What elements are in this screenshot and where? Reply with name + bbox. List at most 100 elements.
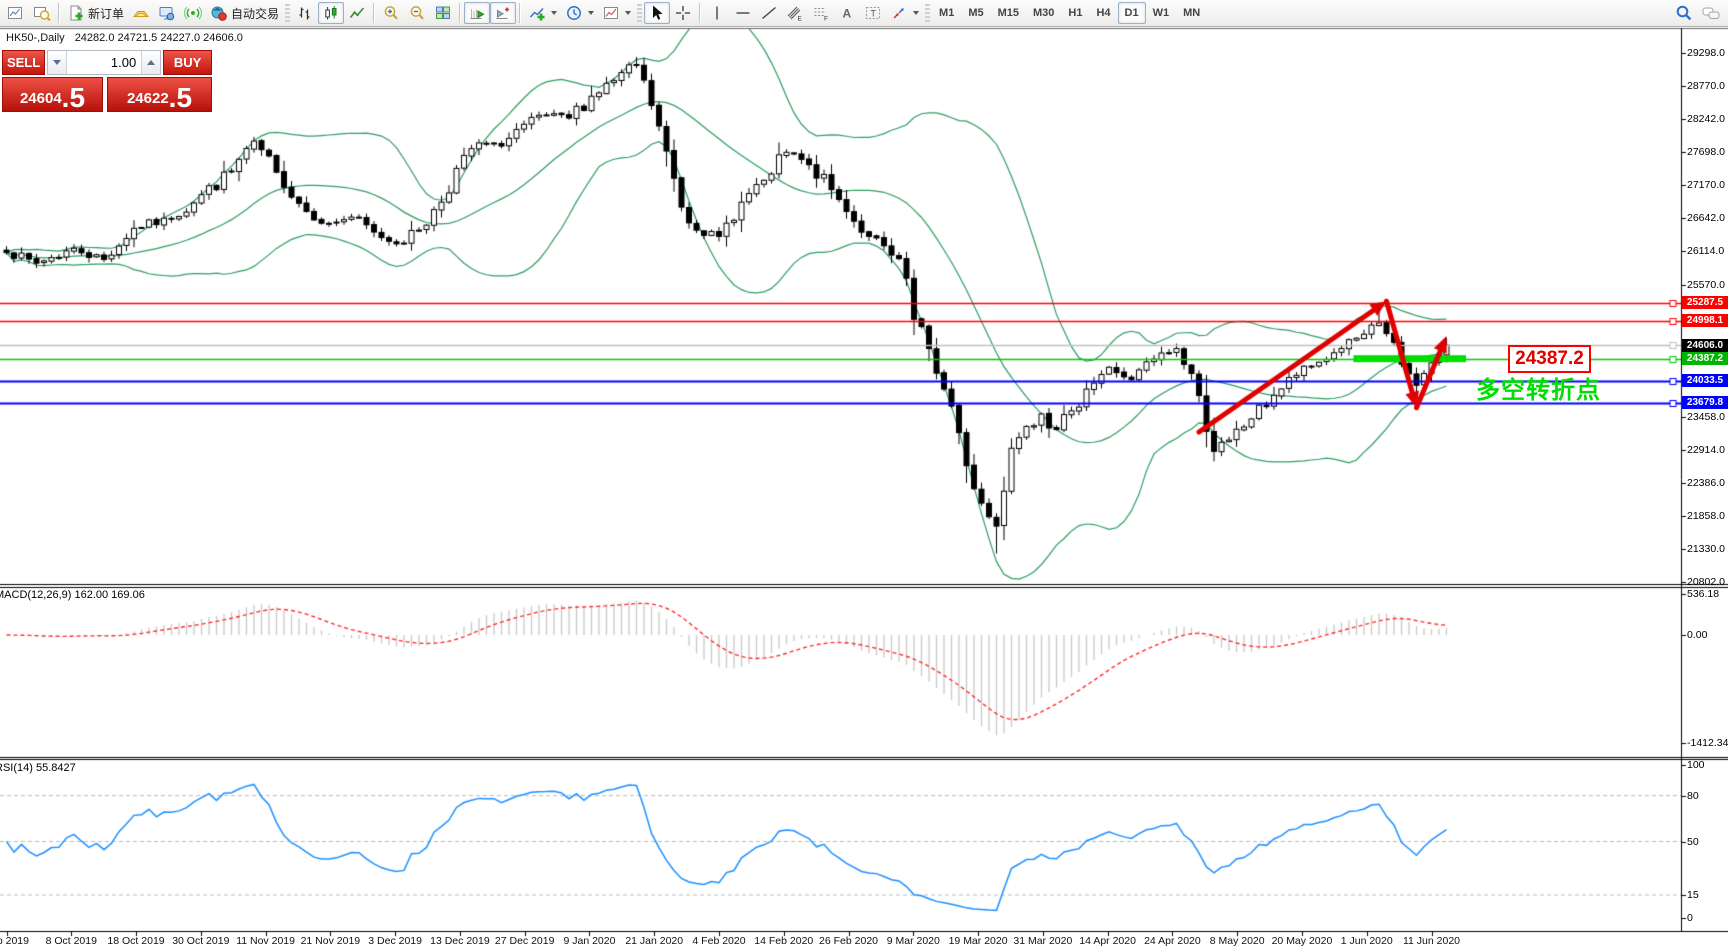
timeframe-w1-button[interactable]: W1 — [1146, 2, 1177, 24]
zoom-out-icon — [408, 4, 426, 22]
timeframe-h4-button[interactable]: H4 — [1089, 2, 1117, 24]
chat-button[interactable] — [1697, 2, 1725, 24]
main-toolbar: 新订单 自动交易 — [0, 0, 1728, 27]
buy-price-int: 24622 — [127, 90, 169, 111]
templates-icon — [602, 4, 620, 22]
triangle-down-icon — [53, 60, 61, 65]
indicators-button[interactable] — [524, 2, 561, 24]
mt4-window: 新订单 自动交易 — [0, 0, 1728, 950]
open-chart-button[interactable] — [3, 2, 29, 24]
cursor-button[interactable] — [644, 2, 670, 24]
crosshair-button[interactable] — [670, 2, 696, 24]
toolbar-gripper — [285, 4, 290, 22]
periods-clock-icon — [565, 4, 583, 22]
zoom-in-button[interactable] — [378, 2, 404, 24]
chevron-down-icon — [588, 11, 594, 15]
terminal-icon — [158, 4, 176, 22]
zoom-out-button[interactable] — [404, 2, 430, 24]
chart-shift-icon — [494, 4, 512, 22]
toolbar-separator — [373, 3, 375, 23]
crosshair-icon — [674, 4, 692, 22]
arrows-button[interactable] — [886, 2, 923, 24]
autotrade-button[interactable]: 自动交易 — [206, 2, 283, 24]
templates-button[interactable] — [598, 2, 635, 24]
text-label-button[interactable]: T — [860, 2, 886, 24]
arrows-icon — [890, 4, 908, 22]
price-chart-canvas[interactable] — [0, 0, 1728, 950]
ohlc-values: 24282.0 24721.5 24227.0 24606.0 — [75, 32, 243, 44]
candlestick-button[interactable] — [318, 2, 344, 24]
timeframe-m30-button[interactable]: M30 — [1026, 2, 1061, 24]
toolbar-gripper — [637, 4, 642, 22]
horizontal-line-button[interactable] — [730, 2, 756, 24]
terminal-button[interactable] — [154, 2, 180, 24]
sell-price-int: 24604 — [20, 90, 62, 111]
gold-icon — [132, 4, 150, 22]
timeframe-mn-button[interactable]: MN — [1176, 2, 1207, 24]
text-label-icon: T — [864, 4, 882, 22]
chat-icon — [1701, 4, 1721, 22]
new-order-button[interactable]: 新订单 — [63, 2, 128, 24]
search-button[interactable] — [1671, 2, 1697, 24]
auto-scroll-button[interactable] — [464, 2, 490, 24]
vertical-line-button[interactable] — [704, 2, 730, 24]
chart-header: HK50-,Daily 24282.0 24721.5 24227.0 24606… — [6, 32, 243, 44]
candlestick-icon — [322, 4, 340, 22]
vertical-line-icon — [708, 4, 726, 22]
timeframe-m15-button[interactable]: M15 — [991, 2, 1026, 24]
chart-shift-button[interactable] — [490, 2, 516, 24]
autotrade-icon — [210, 4, 228, 22]
macd-label: MACD(12,26,9) 162.00 169.06 — [0, 589, 145, 601]
horizontal-line-icon — [734, 4, 752, 22]
toolbar-separator — [459, 3, 461, 23]
chevron-down-icon — [625, 11, 631, 15]
new-order-label: 新订单 — [88, 5, 124, 22]
sell-button[interactable]: SELL — [2, 50, 45, 75]
rsi-value: 55.8427 — [36, 762, 76, 774]
fibo-letter: F — [824, 16, 828, 23]
timeframe-d1-button[interactable]: D1 — [1118, 2, 1146, 24]
periods-button[interactable] — [561, 2, 598, 24]
search-icon — [1675, 4, 1693, 22]
volume-stepper: 1.00 — [47, 50, 161, 75]
open-chart-icon — [7, 4, 25, 22]
sell-price-button[interactable]: 24604.5 — [2, 77, 103, 112]
channel-icon: E — [786, 4, 804, 22]
line-chart-button[interactable] — [344, 2, 370, 24]
rsi-label: RSI(14) 55.8427 — [0, 762, 76, 774]
gold-button[interactable] — [128, 2, 154, 24]
chevron-down-icon — [551, 11, 557, 15]
sell-price-frac: .5 — [62, 84, 85, 111]
signals-button[interactable] — [180, 2, 206, 24]
volume-input[interactable]: 1.00 — [67, 51, 141, 74]
trendline-button[interactable] — [756, 2, 782, 24]
text-icon: A — [838, 4, 856, 22]
text-letter: A — [843, 7, 852, 21]
macd-name: MACD(12,26,9) — [0, 589, 71, 601]
timeframe-m1-button[interactable]: M1 — [932, 2, 961, 24]
profiles-button[interactable] — [29, 2, 55, 24]
fibonacci-icon: F — [812, 4, 830, 22]
bar-chart-button[interactable] — [292, 2, 318, 24]
tile-windows-button[interactable] — [430, 2, 456, 24]
timeframe-h1-button[interactable]: H1 — [1061, 2, 1089, 24]
price-annotation-box[interactable]: 24387.2 — [1508, 345, 1591, 373]
buy-button[interactable]: BUY — [163, 50, 212, 75]
rsi-name: RSI(14) — [0, 762, 33, 774]
channel-button[interactable]: E — [782, 2, 808, 24]
toolbar-separator — [58, 3, 60, 23]
symbol-period-label: HK50-,Daily — [6, 32, 65, 44]
timeframe-m5-button[interactable]: M5 — [961, 2, 990, 24]
toolbar-separator — [699, 3, 701, 23]
new-order-icon — [67, 4, 85, 22]
channel-letter: E — [798, 16, 803, 23]
text-button[interactable]: A — [834, 2, 860, 24]
volume-decrease-button[interactable] — [48, 51, 67, 74]
buy-price-button[interactable]: 24622.5 — [107, 77, 212, 112]
volume-increase-button[interactable] — [141, 51, 160, 74]
tile-windows-icon — [434, 4, 452, 22]
line-chart-icon — [348, 4, 366, 22]
pivot-note-text: 多空转折点 — [1476, 370, 1601, 405]
auto-scroll-icon — [468, 4, 486, 22]
fibonacci-button[interactable]: F — [808, 2, 834, 24]
